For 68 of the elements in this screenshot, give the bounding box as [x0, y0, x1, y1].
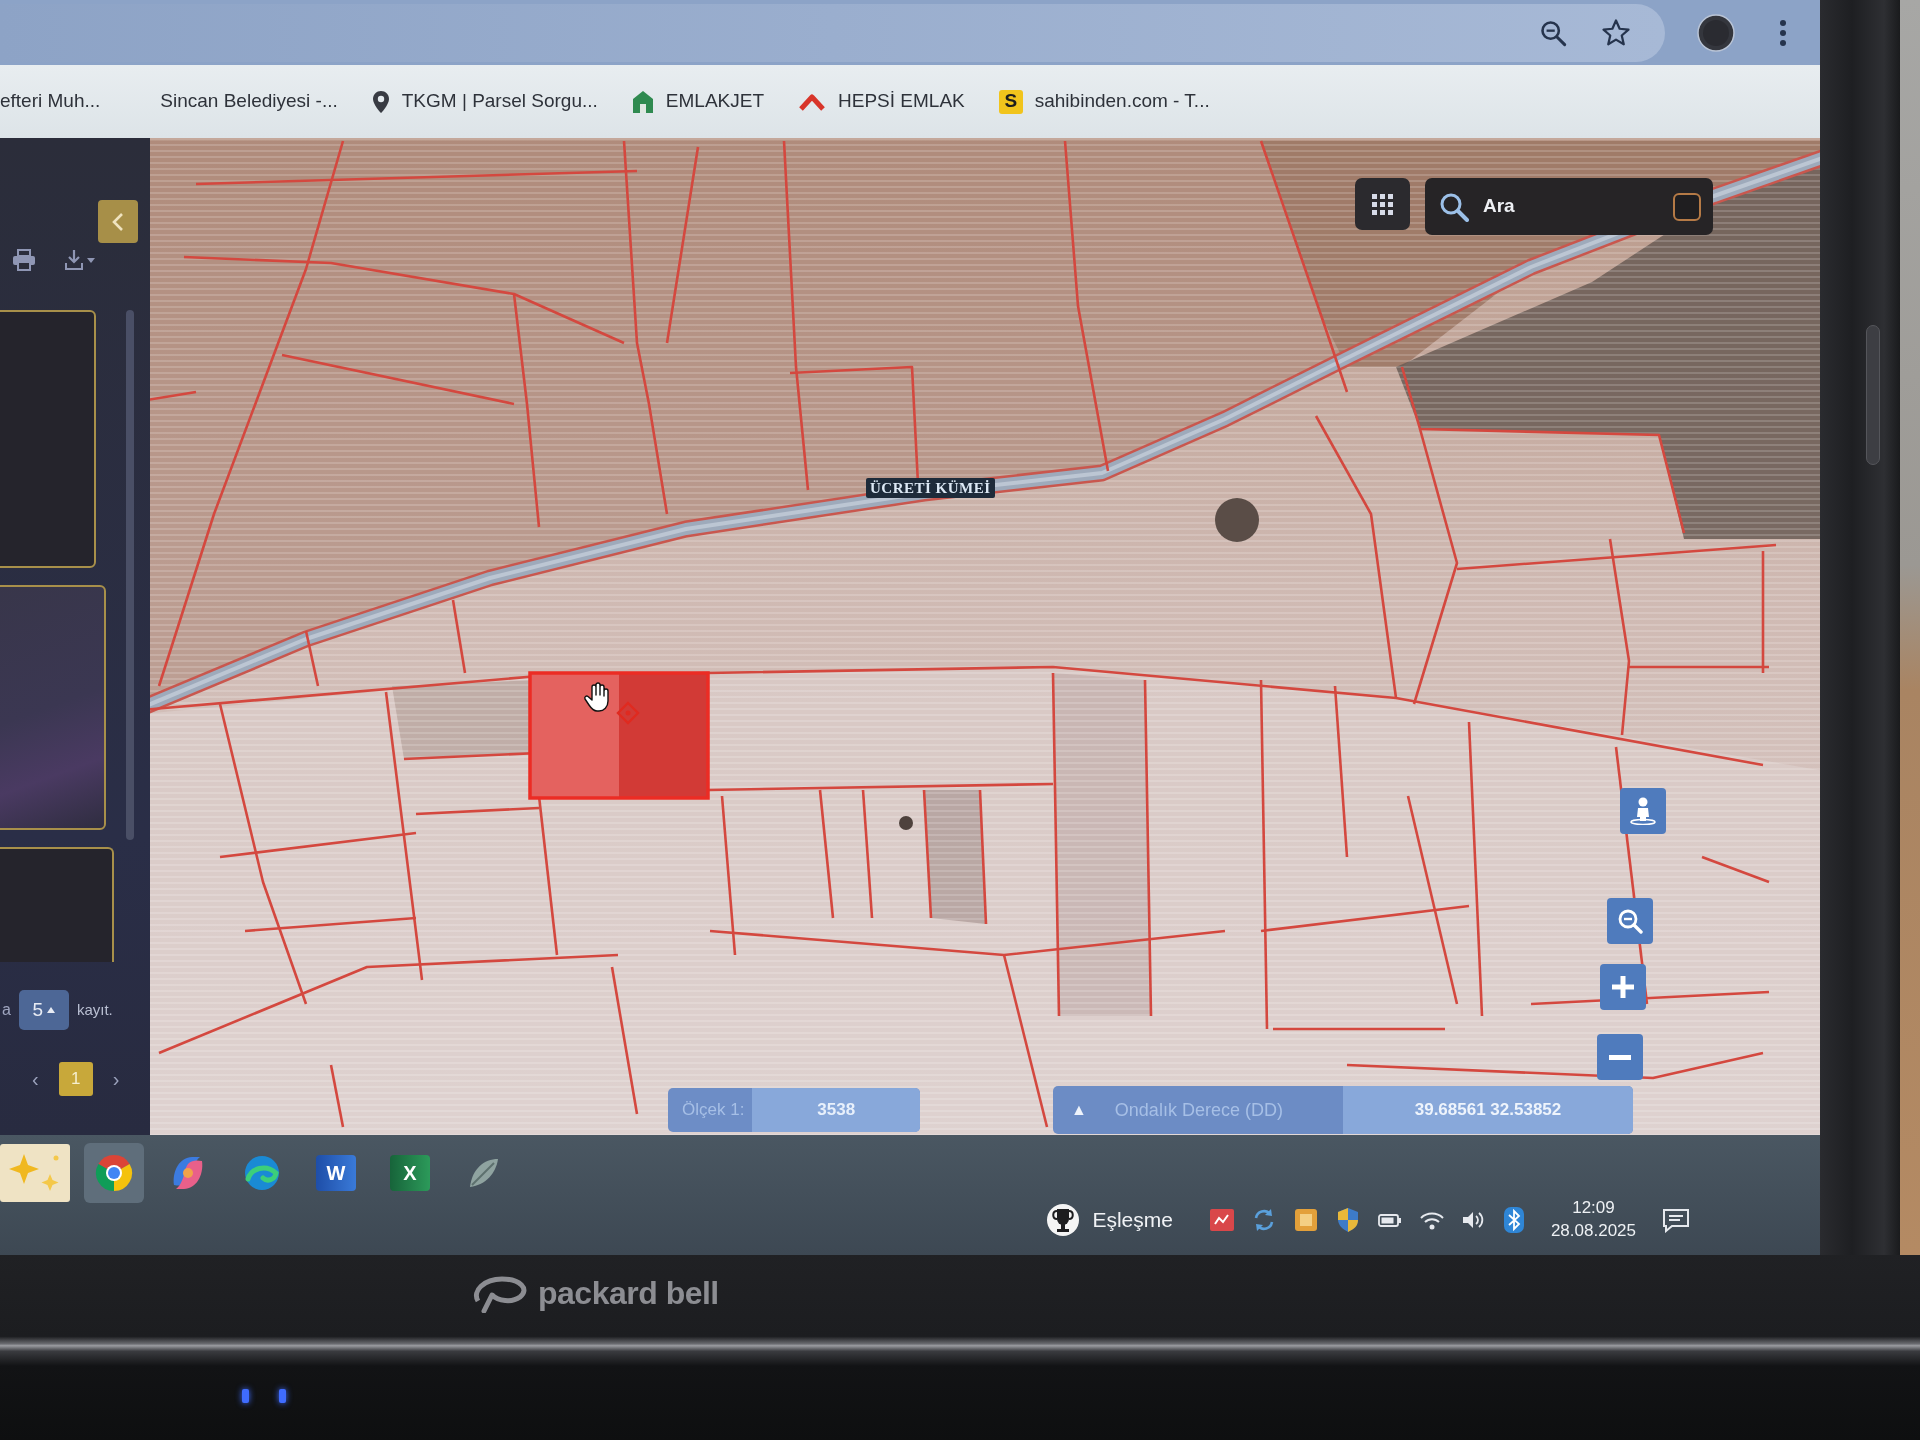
road-label: ÜCRETİ KÜMEİ	[866, 478, 995, 498]
square-button[interactable]	[1673, 192, 1701, 221]
taskbar-app-button[interactable]: W	[306, 1143, 366, 1203]
coordinate-value: 39.68561 32.53852	[1343, 1086, 1633, 1134]
result-card[interactable]	[0, 585, 106, 830]
next-page-link[interactable]: ›	[112, 1064, 120, 1094]
sparkle-icon	[0, 1144, 70, 1202]
zoom-out-button[interactable]	[1597, 1034, 1643, 1080]
letter-app-icon: W	[316, 1155, 356, 1191]
search-bar[interactable]: Ara	[1425, 178, 1713, 235]
marker-icon	[616, 701, 640, 725]
taskbar-app-button[interactable]: X	[380, 1143, 440, 1203]
zoom-in-button[interactable]	[1600, 964, 1646, 1010]
bookmark-link[interactable]: EMLAKJET	[631, 87, 764, 116]
chevron-up-icon	[798, 91, 826, 112]
bookmark-link[interactable]: efteri Muh...	[0, 87, 101, 116]
letter-app-icon: X	[390, 1155, 430, 1191]
tricolor-circle-icon	[94, 1153, 134, 1193]
grid-icon	[1372, 193, 1393, 215]
hand-cursor-icon	[584, 682, 609, 712]
wave-icon	[242, 1153, 282, 1193]
scale-value: 3538	[752, 1088, 920, 1132]
bookmark-link[interactable]: Sincan Belediyesi -...	[160, 87, 338, 116]
chevron-left-icon	[111, 211, 125, 232]
zoom-out-icon	[1617, 908, 1643, 934]
brand-name: packard bell	[538, 1274, 719, 1313]
magnifier-button[interactable]	[1607, 898, 1653, 944]
page-size-select[interactable]: 5	[18, 990, 69, 1030]
location-pin-icon	[371, 89, 390, 114]
indicator-light-icon	[242, 1389, 249, 1403]
previous-page-link[interactable]: ‹	[32, 1064, 39, 1094]
bookmark-link[interactable]: TKGM | Parsel Sorgu...	[371, 87, 598, 116]
printer-icon[interactable]	[12, 249, 36, 271]
page-size-label: a	[2, 1000, 11, 1020]
trophy-icon	[1046, 1202, 1081, 1239]
person-icon	[1630, 797, 1656, 825]
dark-patch	[1215, 498, 1259, 542]
search-icon	[1439, 191, 1469, 222]
avatar-icon[interactable]	[1697, 13, 1735, 52]
box-app-icon[interactable]	[1292, 1207, 1319, 1234]
apps-grid-button[interactable]	[1355, 178, 1410, 230]
dark-patch	[899, 816, 913, 830]
square-app-icon[interactable]	[1208, 1208, 1235, 1233]
result-card[interactable]	[0, 847, 114, 962]
taskbar-app-button[interactable]	[84, 1143, 144, 1203]
kebab-menu-icon[interactable]	[1779, 18, 1787, 47]
download-icon[interactable]	[64, 249, 96, 271]
scale-label: Ölçek 1:	[682, 1099, 745, 1122]
notification-icon[interactable]	[1662, 1207, 1690, 1234]
bookmark-link[interactable]: S sahibinden.com - T...	[998, 87, 1210, 116]
indicator-light-icon	[279, 1389, 286, 1403]
house-icon	[631, 89, 654, 114]
bluetooth-icon[interactable]	[1502, 1206, 1525, 1235]
taskbar-app-button[interactable]	[0, 1143, 70, 1203]
person-button[interactable]	[1620, 788, 1666, 834]
bookmark-link[interactable]: HEPSİ EMLAK	[798, 87, 965, 116]
widget-button[interactable]: Eşleşme	[1046, 1202, 1173, 1239]
clock-button[interactable]: 12:09 28.08.2025	[1550, 1197, 1636, 1243]
minus-icon	[1609, 1054, 1631, 1060]
coordinate-system-label: Ondalık Derece (DD)	[1114, 1098, 1283, 1122]
result-card[interactable]	[0, 310, 96, 568]
caret-up-icon	[47, 1007, 56, 1013]
records-label: kayıt.	[76, 999, 113, 1020]
search-field[interactable]: Ara	[1481, 191, 1661, 222]
star-icon[interactable]	[1601, 17, 1631, 48]
plus-icon	[1612, 976, 1634, 998]
zoom-out-icon[interactable]	[1539, 18, 1567, 47]
letter-logo-icon: S	[998, 89, 1023, 114]
